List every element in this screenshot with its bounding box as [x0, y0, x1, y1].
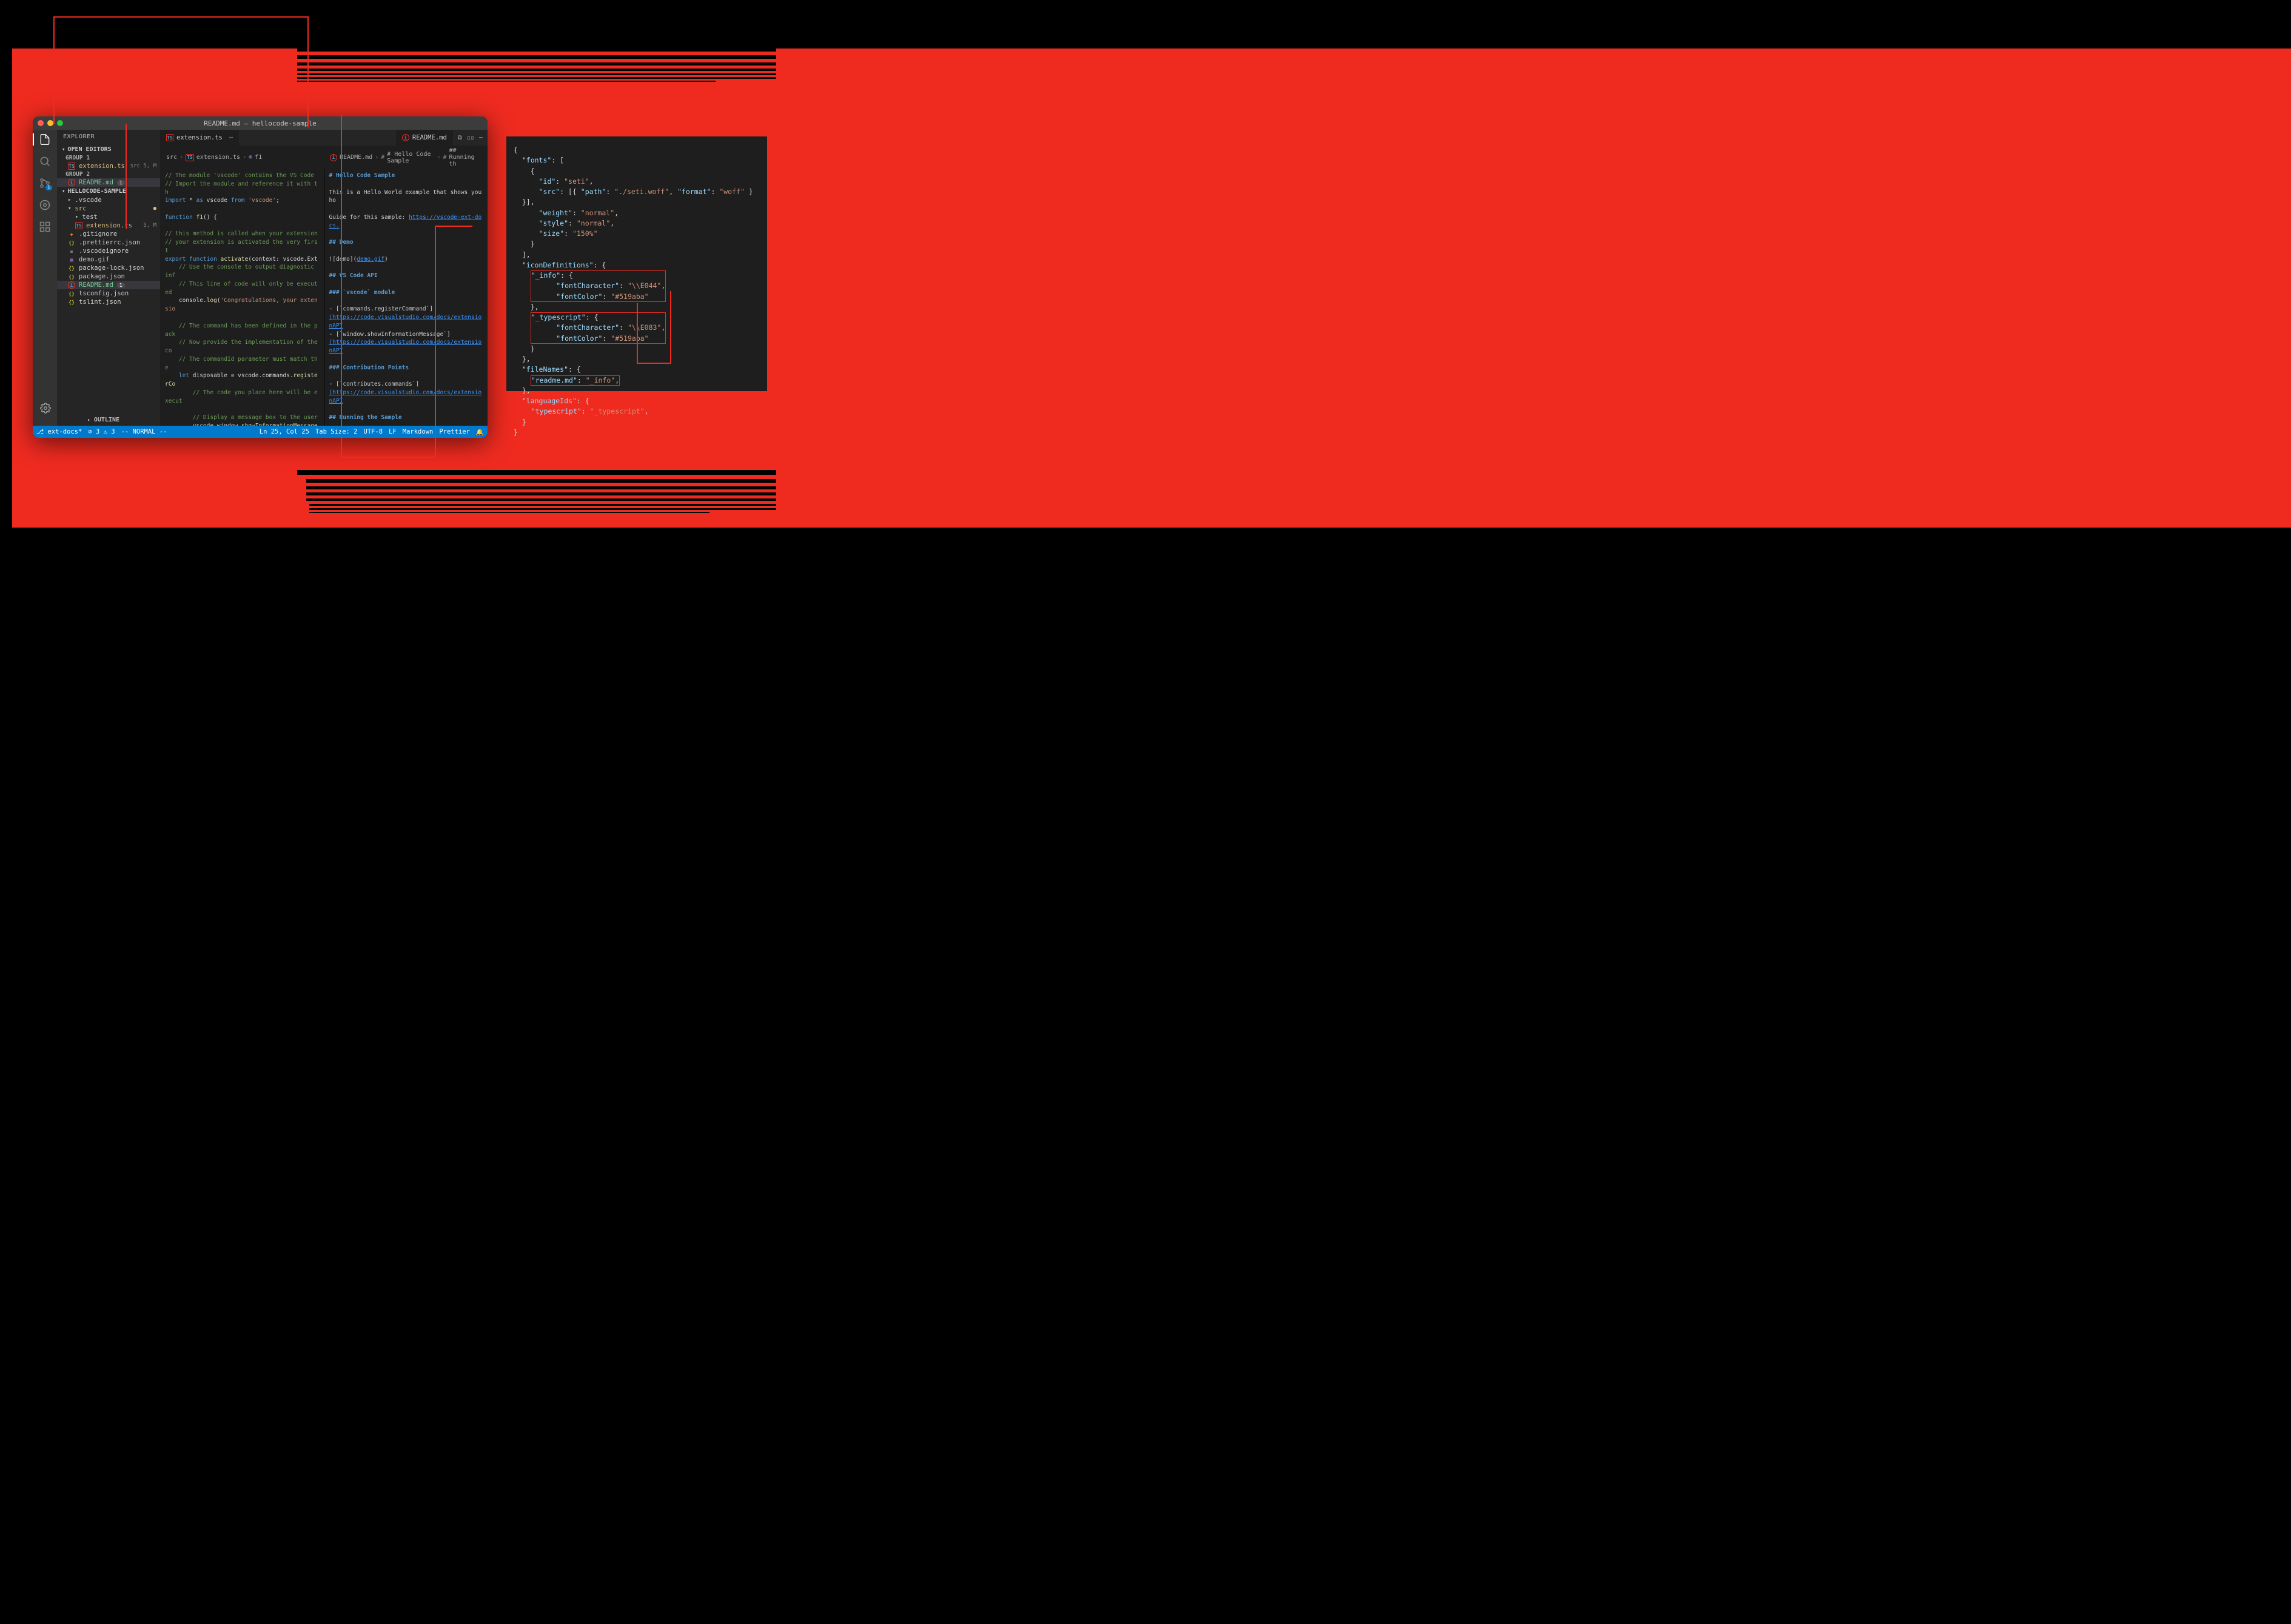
typescript-icon: TS	[75, 222, 82, 229]
window-title: README.md — hellocode-sample	[204, 119, 316, 127]
info-icon: i	[330, 154, 337, 161]
status-eol[interactable]: LF	[389, 428, 397, 436]
debug-icon[interactable]	[39, 199, 51, 211]
tab-actions: ⧉ ▯▯ ⋯	[453, 130, 488, 146]
git-icon: ◆	[68, 230, 75, 238]
problems-badge: 1	[117, 180, 125, 186]
file-tsconfig[interactable]: {}tsconfig.json	[57, 289, 160, 298]
outline-header[interactable]: ▸ OUTLINE	[87, 417, 119, 423]
status-cursor[interactable]: Ln 25, Col 25	[260, 428, 309, 436]
maximize-icon[interactable]	[57, 120, 63, 126]
tab-bar: TS extension.ts ⋯ i README.md ⧉ ▯▯ ⋯	[160, 130, 488, 146]
status-encoding[interactable]: UTF-8	[364, 428, 383, 436]
status-formatter[interactable]: Prettier	[439, 428, 470, 436]
source-control-icon[interactable]: 1	[39, 177, 51, 189]
tab-label: README.md	[412, 134, 447, 141]
files-icon[interactable]	[33, 133, 51, 146]
folder-vscode[interactable]: ▸.vscode	[57, 196, 160, 204]
search-icon[interactable]	[39, 155, 51, 167]
image-icon: ▦	[68, 256, 75, 263]
folder-test[interactable]: ▸test	[57, 213, 160, 221]
chevron-down-icon: ▾	[62, 189, 65, 195]
breadcrumbs-right[interactable]: i README.md› ## Hello Code Sample› ### R…	[324, 146, 488, 169]
file-package-json[interactable]: {}package.json	[57, 272, 160, 281]
typescript-icon: TS	[166, 134, 173, 141]
open-editor-extension-ts[interactable]: TS extension.ts src 5, M	[57, 162, 160, 170]
tab-label: extension.ts	[176, 134, 223, 141]
vscode-window: README.md — hellocode-sample 1 EXPLORER	[33, 116, 488, 438]
ignore-icon: ≡	[68, 247, 75, 255]
status-mode: -- NORMAL --	[121, 428, 167, 435]
info-icon: i	[402, 134, 409, 141]
file-tslint[interactable]: {}tslint.json	[57, 298, 160, 306]
gear-icon[interactable]	[40, 403, 51, 414]
titlebar: README.md — hellocode-sample	[33, 116, 488, 130]
more-icon[interactable]: ⋯	[479, 135, 483, 141]
breadcrumbs-left[interactable]: src› TS extension.ts› ⊕f1	[160, 146, 324, 169]
open-editors-header[interactable]: ▾OPEN EDITORS	[57, 145, 160, 154]
file-gitignore[interactable]: ◆.gitignore	[57, 230, 160, 238]
file-demo-gif[interactable]: ▦demo.gif	[57, 255, 160, 264]
status-language[interactable]: Markdown	[403, 428, 434, 436]
info-icon: i	[68, 179, 75, 186]
file-vscodeignore[interactable]: ≡.vscodeignore	[57, 247, 160, 255]
status-problems[interactable]: ⊘ 3 ⚠ 3	[88, 428, 115, 435]
project-header[interactable]: ▾HELLOCODE-SAMPLE	[57, 187, 160, 196]
editor-area: TS extension.ts ⋯ i README.md ⧉ ▯▯ ⋯ src…	[160, 130, 488, 426]
file-package-lock[interactable]: {}package-lock.json	[57, 264, 160, 272]
file-extension-ts[interactable]: TS extension.ts 5, M	[57, 221, 160, 230]
open-preview-icon[interactable]: ⧉	[458, 135, 462, 141]
folder-src[interactable]: ▾src●	[57, 204, 160, 213]
chevron-down-icon: ▾	[68, 206, 71, 212]
chevron-right-icon: ▸	[68, 197, 71, 203]
code-editor-left[interactable]: // The module 'vscode' contains the VS C…	[160, 169, 324, 426]
group-1-label: GROUP 1	[57, 154, 160, 162]
status-tabsize[interactable]: Tab Size: 2	[315, 428, 358, 436]
minimize-icon[interactable]	[47, 120, 53, 126]
chevron-down-icon: ▾	[62, 147, 65, 153]
explorer-sidebar: EXPLORER ▾OPEN EDITORS GROUP 1 TS extens…	[57, 130, 160, 426]
file-label: extension.ts	[79, 163, 125, 170]
window-controls[interactable]	[38, 120, 63, 126]
status-branch[interactable]: ⎇ ext-docs*	[36, 428, 82, 435]
chevron-right-icon: ▸	[75, 214, 78, 220]
file-meta: src 5, M	[130, 163, 156, 169]
typescript-icon: TS	[186, 154, 194, 161]
extensions-icon[interactable]	[39, 221, 51, 233]
info-icon: i	[68, 281, 75, 289]
open-editor-readme[interactable]: i README.md 1	[57, 178, 160, 187]
json-icon: {}	[68, 239, 75, 246]
json-icon: {}	[68, 290, 75, 297]
json-icon: {}	[68, 298, 75, 306]
close-icon[interactable]	[38, 120, 44, 126]
activity-bar: 1	[33, 130, 57, 426]
file-label: README.md	[79, 179, 113, 186]
json-icon: {}	[68, 264, 75, 272]
json-icon: {}	[68, 273, 75, 280]
bell-icon[interactable]: 🔔	[476, 428, 484, 436]
explorer-title: EXPLORER	[57, 130, 160, 144]
scm-badge: 1	[45, 185, 52, 190]
more-icon[interactable]: ⋯	[229, 134, 233, 141]
status-bar: ⎇ ext-docs* ⊘ 3 ⚠ 3 -- NORMAL -- Ln 25, …	[33, 426, 488, 438]
file-prettierrc[interactable]: {}.prettierrc.json	[57, 238, 160, 247]
group-2-label: GROUP 2	[57, 170, 160, 178]
file-readme-md[interactable]: iREADME.md1	[57, 281, 160, 289]
typescript-icon: TS	[68, 163, 75, 170]
code-editor-right[interactable]: # Hello Code Sample This is a Hello Worl…	[324, 169, 488, 426]
tab-readme-md[interactable]: i README.md	[396, 130, 453, 146]
split-editor-icon[interactable]: ▯▯	[467, 135, 474, 141]
tab-extension-ts[interactable]: TS extension.ts ⋯	[160, 130, 239, 146]
